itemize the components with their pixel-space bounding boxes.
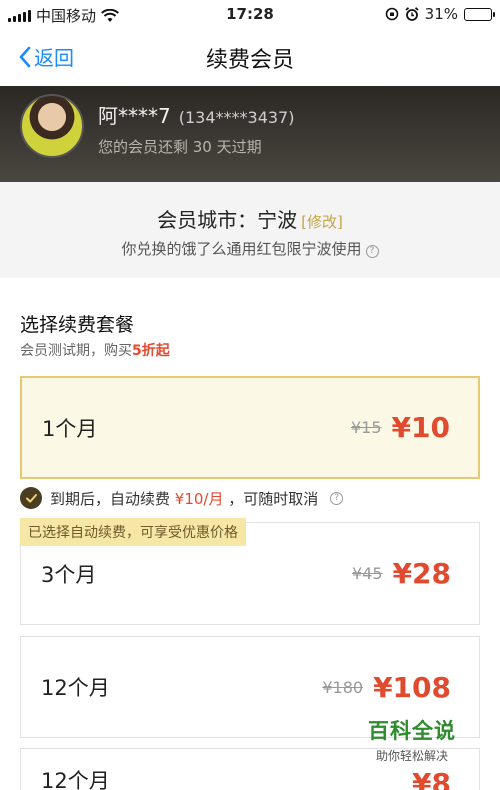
member-city-label: 会员城市：宁波 — [157, 208, 298, 232]
plan-name: 1个月 — [42, 416, 98, 441]
rotation-lock-icon — [385, 7, 398, 21]
user-line: 阿****7 (134****3437) — [98, 100, 294, 129]
battery-icon — [464, 7, 495, 21]
watermark-title: 百科全说 — [368, 719, 456, 743]
expire-text: 您的会员还剩 30 天过期 — [98, 138, 262, 156]
watermark: 百科全说 助你轻松解决 — [368, 715, 456, 764]
member-header: 阿****7 (134****3437) 您的会员还剩 30 天过期 — [0, 86, 500, 182]
discount-highlight: 5折起 — [132, 343, 170, 359]
auto-renew-text: 到期后，自动续费 ¥10/月 ，可随时取消 — [50, 488, 318, 509]
plan-price: ¥28 — [392, 557, 451, 590]
city-note: 你兑换的饿了么通用红包限宁波使用 — [121, 240, 362, 258]
plan-original-price: ¥180 — [322, 677, 364, 697]
avatar[interactable] — [20, 94, 84, 158]
plan-original-price: ¥15 — [351, 418, 382, 437]
battery-percent: 31% — [424, 5, 458, 23]
plans-subtitle-text: 会员测试期，购买 — [20, 343, 132, 359]
watermark-subtitle: 助你轻松解决 — [375, 749, 448, 763]
plans-subtitle: 会员测试期，购买5折起 — [20, 340, 170, 360]
help-icon[interactable]: ? — [330, 491, 344, 505]
plan-price: ¥10 — [391, 411, 450, 444]
auto-renew-price: ¥10/月 — [174, 489, 224, 508]
plan-price: ¥8 — [412, 767, 451, 790]
plan-prices: ¥45 ¥28 — [352, 523, 451, 624]
plans-title: 选择续费套餐 — [20, 314, 135, 336]
auto-renew-checkbox[interactable] — [20, 487, 42, 509]
username: 阿****7 — [98, 104, 171, 128]
auto-renew-tip: 已选择自动续费，可享受优惠价格 — [20, 518, 246, 546]
city-note-row: 你兑换的饿了么通用红包限宁波使用? — [0, 238, 500, 259]
page-title: 续费会员 — [205, 48, 294, 73]
auto-renew-suffix: ，可随时取消 — [228, 489, 319, 508]
member-city-row: 会员城市：宁波 [修改] — [0, 204, 500, 233]
status-bar: 中国移动 17:28 31% — [0, 0, 500, 28]
plan-prices: ¥8 — [412, 767, 451, 790]
plan-prices: ¥15 ¥10 — [351, 378, 450, 477]
plan-name: 12个月 — [41, 676, 110, 700]
edit-city-link[interactable]: [修改] — [301, 213, 343, 231]
check-icon — [25, 493, 37, 503]
member-city-section: 会员城市：宁波 [修改] 你兑换的饿了么通用红包限宁波使用? — [0, 182, 500, 278]
help-icon[interactable]: ? — [365, 245, 379, 258]
auto-renew-prefix: 到期后，自动续费 — [50, 489, 171, 508]
alarm-icon — [405, 7, 419, 21]
phone-number: (134****3437) — [178, 108, 295, 127]
plan-name: 12个月 — [41, 769, 110, 790]
plan-option-1[interactable]: 1个月 ¥15 ¥10 — [20, 376, 480, 479]
plan-price: ¥108 — [373, 670, 451, 704]
plan-original-price: ¥45 — [352, 564, 383, 583]
auto-renew-row[interactable]: 到期后，自动续费 ¥10/月 ，可随时取消 ? — [20, 487, 344, 509]
nav-bar: 返回 续费会员 — [0, 28, 500, 86]
status-right: 31% — [385, 5, 495, 23]
